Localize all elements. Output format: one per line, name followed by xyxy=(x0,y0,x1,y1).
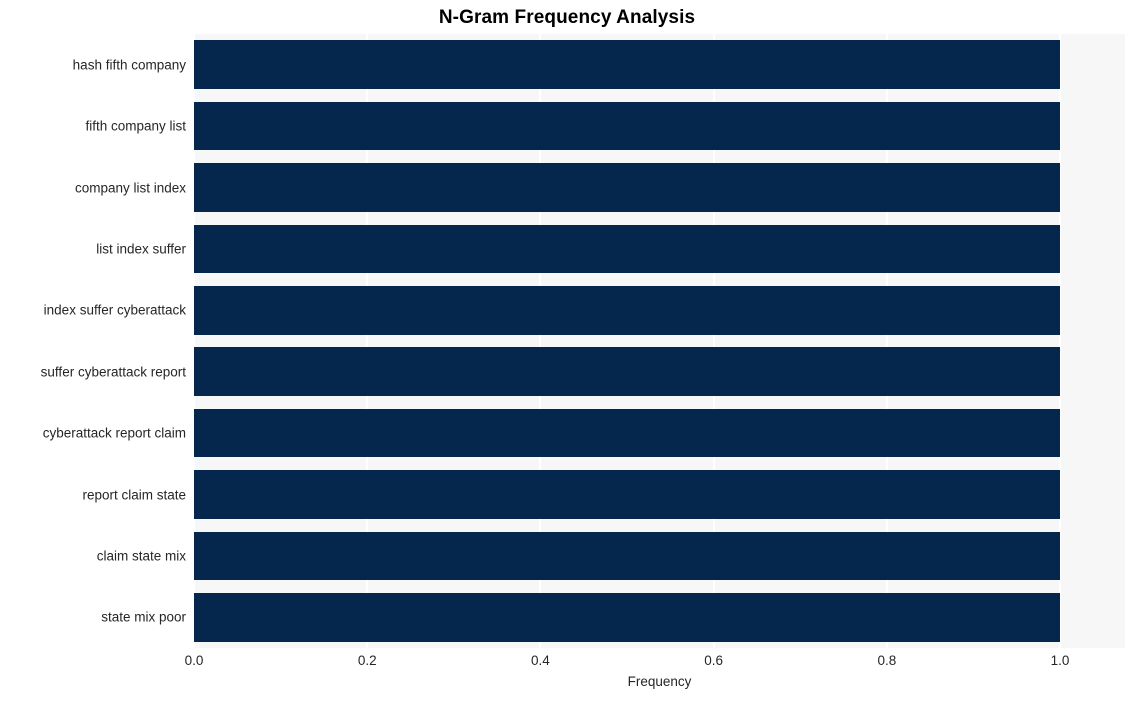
y-tick-label: report claim state xyxy=(82,487,186,502)
bar[interactable] xyxy=(194,286,1061,335)
x-axis-tick-labels: 0.0 0.2 0.4 0.6 0.8 1.0 xyxy=(185,648,1125,674)
x-tick-label: 0.8 xyxy=(877,653,897,668)
y-tick-label: index suffer cyberattack xyxy=(43,302,186,318)
x-tick-label: 0.0 xyxy=(184,653,204,668)
y-tick-label: state mix poor xyxy=(101,609,186,625)
bar[interactable] xyxy=(194,470,1061,519)
y-tick-label: cyberattack report claim xyxy=(42,425,186,441)
x-tick-label: 0.6 xyxy=(704,653,724,668)
y-tick-label: claim state mix xyxy=(96,548,186,564)
x-tick-label: 0.4 xyxy=(531,653,550,668)
bars-container xyxy=(194,34,1125,648)
bar[interactable] xyxy=(194,163,1061,212)
bar[interactable] xyxy=(194,593,1061,642)
bar[interactable] xyxy=(194,531,1061,581)
bar[interactable] xyxy=(194,408,1061,458)
bar[interactable] xyxy=(194,224,1061,274)
y-tick-label: hash fifth company xyxy=(72,57,186,73)
chart-title: N-Gram Frequency Analysis xyxy=(438,7,696,28)
bar[interactable] xyxy=(194,101,1061,151)
bar[interactable] xyxy=(194,347,1061,396)
y-tick-label: fifth company list xyxy=(85,118,186,134)
x-tick-label: 0.2 xyxy=(357,653,377,668)
y-axis-tick-labels: hash fifth company fifth company list comp… xyxy=(0,34,186,648)
x-axis-title: Frequency xyxy=(627,674,692,689)
y-tick-label: suffer cyberattack report xyxy=(40,364,186,380)
chart-figure: N-Gram Frequency Analysis hash fifth com… xyxy=(0,0,1134,701)
y-tick-label: company list index xyxy=(74,180,186,195)
bar[interactable] xyxy=(194,40,1061,89)
x-tick-label: 1.0 xyxy=(1050,653,1070,668)
y-tick-label: list index suffer xyxy=(96,241,186,257)
plot-area xyxy=(193,34,1125,648)
